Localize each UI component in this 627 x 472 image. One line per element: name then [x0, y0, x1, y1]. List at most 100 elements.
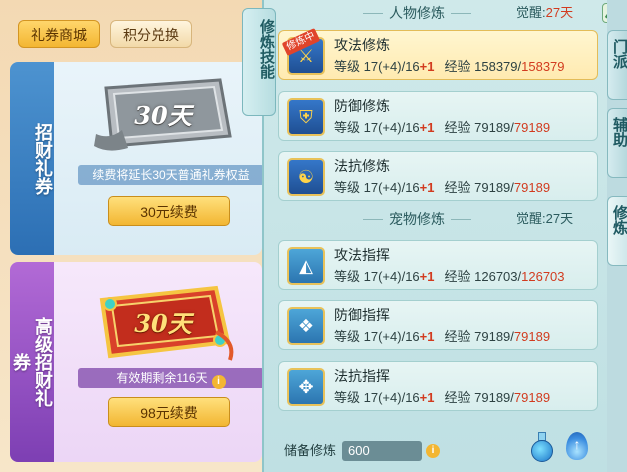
exp-max: 79189 — [513, 180, 551, 195]
character-section-header: 人物修炼 觉醒:27天 — [284, 2, 622, 24]
claw-attack-icon: ◭ — [287, 247, 325, 285]
section-title: 宠物修炼 — [363, 208, 471, 230]
tab-points-exchange[interactable]: 积分兑换 — [110, 20, 192, 48]
skill-name: 攻法指挥 — [334, 247, 390, 263]
tab-sect[interactable]: 门派 — [607, 30, 627, 100]
tab-cultivation-skills-label: 修炼技能 — [258, 19, 275, 79]
skill-stats: 等级 17(+4)/16+1 经验 126703/126703 — [334, 269, 565, 284]
level-value: 17(+4)/16 — [363, 269, 420, 284]
exp-label: 经验 — [444, 59, 471, 74]
coupon-card-basic: 招财礼券 30天 续费将延长30天普通礼券权益 30元续费 — [10, 62, 262, 255]
coupon-info-text: 续费将延长30天普通礼券权益 — [78, 165, 262, 185]
level-label: 等级 — [334, 390, 361, 405]
pet-section-header: 宠物修炼 觉醒:27天 — [284, 208, 604, 230]
level-plus: +1 — [419, 59, 435, 74]
awake-label: 觉醒: — [516, 5, 546, 20]
sword-icon: ⚔ 修炼中 — [281, 28, 325, 75]
level-plus: +1 — [419, 269, 435, 284]
skill-row-attack[interactable]: ⚔ 修炼中 攻法修炼 等级 17(+4)/16+1 经验 158379/15837… — [278, 28, 598, 80]
info-icon[interactable]: i — [426, 444, 440, 458]
exp-current: 79189 — [474, 390, 511, 405]
level-label: 等级 — [334, 180, 361, 195]
exp-current: 79189 — [474, 180, 511, 195]
reserve-label: 储备修炼 — [284, 443, 337, 458]
skill-name: 防御修炼 — [334, 98, 390, 114]
coupon-panel: 礼券商城 积分兑换 招财礼券 30天 续费将延长30天普通礼券权益 30元续费 … — [0, 0, 262, 472]
cultivation-panel: 修炼技能 人物修炼 觉醒:27天 ⚔ 修炼中 攻法修炼 等级 17(+4)/16… — [242, 0, 622, 472]
exp-label: 经验 — [444, 269, 471, 284]
awake-value: 27天 — [545, 5, 574, 20]
skill-name: 攻法修炼 — [334, 37, 390, 53]
exp-current: 126703 — [474, 269, 518, 284]
upgrade-flame-icon[interactable] — [566, 432, 588, 460]
silver-ticket-image: 30天 — [88, 74, 238, 154]
tab-sect-label: 门派 — [611, 39, 627, 69]
exp-max: 79189 — [513, 329, 551, 344]
skill-stats: 等级 17(+4)/16+1 经验 79189/79189 — [334, 120, 551, 135]
awake-status: 觉醒:27天 — [516, 208, 573, 230]
skill-row-defense[interactable]: ⛨ 防御修炼 等级 17(+4)/16+1 经验 79189/79189 — [278, 91, 598, 141]
renew-30-button[interactable]: 30元续费 — [108, 196, 230, 226]
exp-current: 79189 — [474, 120, 511, 135]
skill-name: 法抗修炼 — [334, 158, 390, 174]
coupon-info-strip: 有效期剩余116天 i — [78, 368, 262, 389]
skill-row-pet-magic-resist[interactable]: ✥ 法抗指挥 等级 17(+4)/16+1 经验 79189/79189 — [278, 361, 598, 411]
coupon-card-premium: 高级招财礼券 30天 有效期剩余116天 i 98元续费 — [10, 262, 262, 462]
coupon-type-label: 招财礼券 — [33, 122, 53, 195]
level-label: 等级 — [334, 59, 361, 74]
skill-row-pet-attack[interactable]: ◭ 攻法指挥 等级 17(+4)/16+1 经验 126703/126703 — [278, 240, 598, 290]
exp-max: 79189 — [513, 390, 551, 405]
level-plus: +1 — [419, 180, 435, 195]
tab-coupon-mall[interactable]: 礼券商城 — [18, 20, 100, 48]
exp-label: 经验 — [444, 120, 471, 135]
level-value: 17(+4)/16 — [363, 390, 420, 405]
tab-assist-label: 辅助 — [611, 117, 627, 147]
awake-status: 觉醒:27天 — [516, 2, 573, 24]
level-plus: +1 — [419, 329, 435, 344]
exp-max: 126703 — [521, 269, 565, 284]
skill-row-pet-defense[interactable]: ❖ 防御指挥 等级 17(+4)/16+1 经验 79189/79189 — [278, 300, 598, 350]
right-side-tabs: 门派 辅助 修炼 — [607, 0, 627, 472]
tab-cultivation[interactable]: 修炼 — [607, 196, 627, 266]
skill-stats: 等级 17(+4)/16+1 经验 79189/79189 — [334, 390, 551, 405]
tab-cultivation-skills[interactable]: 修炼技能 — [242, 8, 276, 116]
skill-stats: 等级 17(+4)/16+1 经验 79189/79189 — [334, 329, 551, 344]
exp-label: 经验 — [444, 390, 471, 405]
exp-label: 经验 — [444, 329, 471, 344]
skill-row-magic-resist[interactable]: ☯ 法抗修炼 等级 17(+4)/16+1 经验 79189/79189 — [278, 151, 598, 201]
renew-98-button[interactable]: 98元续费 — [108, 397, 230, 427]
level-label: 等级 — [334, 329, 361, 344]
level-plus: +1 — [419, 390, 435, 405]
info-icon[interactable]: i — [211, 375, 226, 389]
level-label: 等级 — [334, 269, 361, 284]
level-label: 等级 — [334, 120, 361, 135]
coupon-side-label: 高级招财礼券 — [10, 262, 54, 462]
level-value: 17(+4)/16 — [363, 59, 420, 74]
coupon-tabs: 礼券商城 积分兑换 — [18, 20, 192, 48]
exp-current: 79189 — [474, 329, 511, 344]
tab-cultivation-label: 修炼 — [611, 205, 627, 235]
ticket-duration-text: 30天 — [134, 101, 192, 130]
level-plus: +1 — [419, 120, 435, 135]
shield-icon: ⛨ — [287, 98, 325, 136]
level-value: 17(+4)/16 — [363, 120, 420, 135]
level-value: 17(+4)/16 — [363, 180, 420, 195]
exp-label: 经验 — [444, 180, 471, 195]
yin-yang-icon: ☯ — [287, 158, 325, 196]
paw-magic-icon: ✥ — [287, 368, 325, 406]
coupon-remaining-text: 有效期剩余116天 — [116, 371, 208, 385]
coupon-type-label: 高级招财礼券 — [11, 317, 53, 407]
tab-assist[interactable]: 辅助 — [607, 108, 627, 178]
section-title: 人物修炼 — [363, 2, 471, 24]
coupon-side-label: 招财礼券 — [10, 62, 54, 255]
skill-stats: 等级 17(+4)/16+1 经验 79189/79189 — [334, 180, 551, 195]
awake-value: 27天 — [545, 211, 574, 226]
level-value: 17(+4)/16 — [363, 329, 420, 344]
paw-shield-icon: ❖ — [287, 307, 325, 345]
potion-icon[interactable] — [530, 432, 554, 462]
skill-stats: 等级 17(+4)/16+1 经验 158379/158379 — [334, 59, 565, 74]
ticket-duration-text: 30天 — [134, 309, 192, 338]
reserve-value: 600 — [342, 441, 422, 461]
exp-max: 79189 — [513, 120, 551, 135]
exp-max: 158379 — [521, 59, 565, 74]
